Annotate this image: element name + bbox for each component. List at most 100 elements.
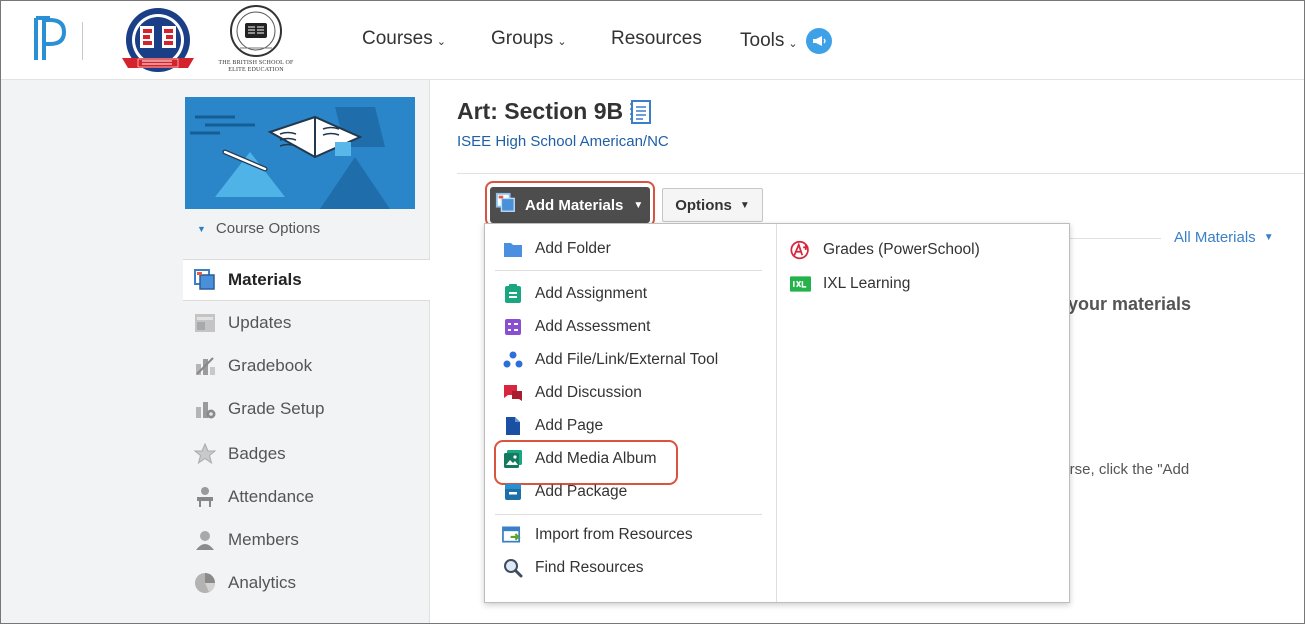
add-materials-button[interactable]: Add Materials ▼ <box>490 187 650 223</box>
members-icon <box>192 527 218 553</box>
megaphone-icon[interactable] <box>805 28 832 54</box>
menu-item-add-folder[interactable]: Add Folder <box>502 238 611 259</box>
course-sidebar: ▼ Course Options Materials Updates Grade… <box>183 80 430 624</box>
menu-item-ixl-learning[interactable]: IXL Learning <box>790 273 910 294</box>
menu-item-label: Add Page <box>535 416 604 434</box>
folder-icon <box>502 238 523 259</box>
materials-icon <box>192 267 218 293</box>
sidebar-item-badges[interactable]: Badges <box>183 433 430 475</box>
page-left-gutter <box>0 80 183 624</box>
sidebar-item-analytics[interactable]: Analytics <box>183 562 430 604</box>
nav-tools[interactable]: Tools ⌄ <box>740 28 832 54</box>
nav-groups[interactable]: Groups ⌄ <box>491 28 567 50</box>
menu-item-label: Add Discussion <box>535 383 642 401</box>
menu-item-add-file-link[interactable]: Add File/Link/External Tool <box>502 349 718 370</box>
caret-down-icon: ▼ <box>1263 232 1274 243</box>
materials-icon <box>495 192 517 218</box>
file-link-icon <box>502 349 523 370</box>
import-icon <box>502 524 523 545</box>
menu-item-add-package[interactable]: Add Package <box>502 481 627 502</box>
british-school-caption: THE BRITISH SCHOOL OF ELITE EDUCATION <box>218 60 294 73</box>
grade-setup-icon <box>192 396 218 422</box>
assessment-icon <box>502 316 523 337</box>
menu-item-label: Add Folder <box>535 239 611 257</box>
menu-item-label: Add Package <box>535 482 628 500</box>
add-materials-menu: Add Folder Add Assignment Add Assessment… <box>484 223 1070 603</box>
sidebar-item-gradebook[interactable]: Gradebook <box>183 345 430 387</box>
menu-item-label: Find Resources <box>535 558 644 576</box>
add-materials-label: Add Materials <box>525 196 624 214</box>
menu-item-find-resources[interactable]: Find Resources <box>502 557 644 578</box>
sidebar-item-label: Updates <box>228 313 292 332</box>
menu-item-label: Grades (PowerSchool) <box>823 240 980 258</box>
powerschool-grades-icon <box>790 239 811 260</box>
menu-item-label: Import from Resources <box>535 525 693 543</box>
nav-groups-label: Groups <box>491 28 554 49</box>
caret-down-icon: ▼ <box>739 199 750 211</box>
nav-resources[interactable]: Resources <box>611 28 702 50</box>
menu-item-label: Add Assignment <box>535 284 648 302</box>
course-subtitle-link[interactable]: ISEE High School American/NC <box>457 133 669 150</box>
chevron-down-icon: ⌄ <box>557 35 567 48</box>
package-icon <box>502 481 523 502</box>
course-title: Art: Section 9B <box>457 98 624 124</box>
menu-item-add-assignment[interactable]: Add Assignment <box>502 283 647 304</box>
course-options-toggle[interactable]: ▼ Course Options <box>197 220 320 237</box>
sidebar-item-label: Analytics <box>228 573 297 592</box>
badge-icon <box>192 441 218 467</box>
page-icon <box>502 415 523 436</box>
caret-down-icon: ▼ <box>633 199 644 211</box>
elite-school-logo <box>122 8 194 72</box>
menu-item-add-assessment[interactable]: Add Assessment <box>502 316 650 337</box>
british-school-crest <box>230 5 282 57</box>
sidebar-item-grade-setup[interactable]: Grade Setup <box>183 388 430 430</box>
divider <box>457 173 1305 174</box>
options-button[interactable]: Options ▼ <box>662 188 763 222</box>
powerschool-logo[interactable] <box>30 14 70 64</box>
nav-courses[interactable]: Courses ⌄ <box>362 28 446 50</box>
menu-item-label: Add File/Link/External Tool <box>535 350 719 368</box>
empty-state-text: ourse, click the "Add <box>1053 461 1190 478</box>
menu-item-add-discussion[interactable]: Add Discussion <box>502 382 642 403</box>
nav-courses-label: Courses <box>362 28 433 49</box>
top-navigation: THE BRITISH SCHOOL OF ELITE EDUCATION Co… <box>0 0 1305 80</box>
nav-tools-label: Tools <box>740 30 785 51</box>
analytics-icon <box>192 570 218 596</box>
course-banner-image <box>185 97 415 209</box>
updates-icon <box>192 310 218 336</box>
page-title: Art: Section 9B <box>457 98 653 125</box>
menu-item-label: IXL Learning <box>823 274 911 292</box>
chevron-down-icon: ⌄ <box>788 37 798 50</box>
logo-divider <box>82 22 83 60</box>
menu-item-import-from-resources[interactable]: Import from Resources <box>502 524 693 545</box>
menu-separator <box>495 514 762 515</box>
course-notebook-icon[interactable] <box>629 99 653 125</box>
gradebook-icon <box>192 353 218 379</box>
ixl-icon <box>790 273 811 294</box>
attendance-icon <box>192 484 218 510</box>
menu-item-grades-powerschool[interactable]: Grades (PowerSchool) <box>790 239 980 260</box>
menu-item-label: Add Assessment <box>535 317 651 335</box>
sidebar-item-updates[interactable]: Updates <box>183 302 430 344</box>
sidebar-item-attendance[interactable]: Attendance <box>183 476 430 518</box>
sidebar-item-label: Badges <box>228 444 286 463</box>
sidebar-item-label: Attendance <box>228 487 315 506</box>
sidebar-item-label: Materials <box>228 270 302 289</box>
empty-state-heading: g your materials <box>1052 294 1192 314</box>
sidebar-item-label: Members <box>228 530 299 549</box>
menu-column-divider <box>776 224 777 602</box>
sidebar-item-members[interactable]: Members <box>183 519 430 561</box>
all-materials-label: All Materials <box>1174 229 1256 246</box>
all-materials-filter[interactable]: All Materials ▼ <box>1174 229 1274 246</box>
british-school-logo: THE BRITISH SCHOOL OF ELITE EDUCATION <box>210 4 302 78</box>
sidebar-item-materials[interactable]: Materials <box>183 259 430 301</box>
nav-resources-label: Resources <box>611 28 702 49</box>
sidebar-item-label: Grade Setup <box>228 399 325 418</box>
discussion-icon <box>502 382 523 403</box>
menu-item-add-page[interactable]: Add Page <box>502 415 603 436</box>
chevron-down-icon: ⌄ <box>436 35 446 48</box>
sidebar-item-label: Gradebook <box>228 356 313 375</box>
triangle-down-icon: ▼ <box>197 223 206 234</box>
options-label: Options <box>675 196 732 214</box>
course-options-label: Course Options <box>215 220 321 237</box>
